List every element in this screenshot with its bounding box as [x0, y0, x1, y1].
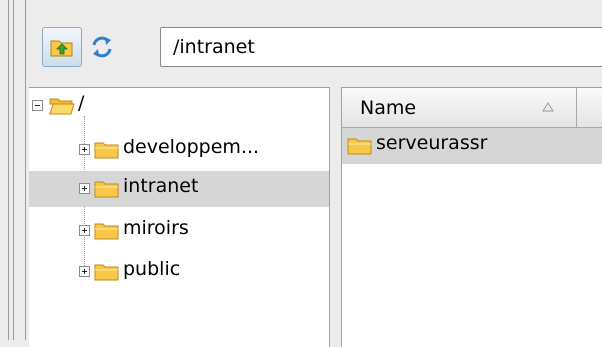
list-item-serveurassr[interactable]: serveurassr: [342, 128, 602, 164]
parent-folder-button[interactable]: [42, 27, 82, 67]
path-input[interactable]: [160, 27, 602, 67]
tree-item-label: developpem...: [123, 136, 260, 158]
tree-item-label: public: [123, 258, 181, 280]
window-frame-line: [13, 0, 14, 340]
file-list-panel: Name serveurassr: [341, 87, 602, 347]
expand-icon[interactable]: [79, 266, 90, 277]
column-header-name[interactable]: Name: [342, 88, 577, 128]
tree-item-label: intranet: [123, 175, 199, 197]
window-frame-line: [8, 0, 9, 340]
folder-open-icon: [49, 98, 75, 115]
folder-tree-panel: / developpem... intranet miroirs public: [29, 87, 330, 347]
expand-icon[interactable]: [79, 225, 90, 236]
expand-icon[interactable]: [79, 183, 90, 194]
tree-item-root[interactable]: /: [29, 88, 329, 124]
refresh-icon: [92, 36, 112, 58]
tree-item-developpem[interactable]: developpem...: [29, 132, 329, 168]
list-item-label: serveurassr: [376, 132, 488, 154]
folder-icon: [94, 223, 119, 240]
folder-icon: [94, 142, 119, 159]
folder-icon: [347, 138, 372, 155]
tree-item-label: /: [78, 92, 85, 114]
window-frame-line: [25, 0, 26, 340]
expand-icon[interactable]: [79, 144, 90, 155]
column-header-label: Name: [360, 97, 417, 119]
sort-ascending-icon: [542, 102, 554, 112]
tree-item-intranet[interactable]: intranet: [29, 171, 329, 207]
tree-item-miroirs[interactable]: miroirs: [29, 213, 329, 249]
collapse-icon[interactable]: [32, 100, 43, 111]
refresh-button[interactable]: [82, 27, 122, 67]
folder-icon: [94, 264, 119, 281]
folder-icon: [94, 181, 119, 198]
column-header-filler: [577, 88, 602, 128]
tree-item-label: miroirs: [123, 217, 189, 239]
folder-up-icon: [50, 40, 73, 57]
tree-item-public[interactable]: public: [29, 254, 329, 290]
